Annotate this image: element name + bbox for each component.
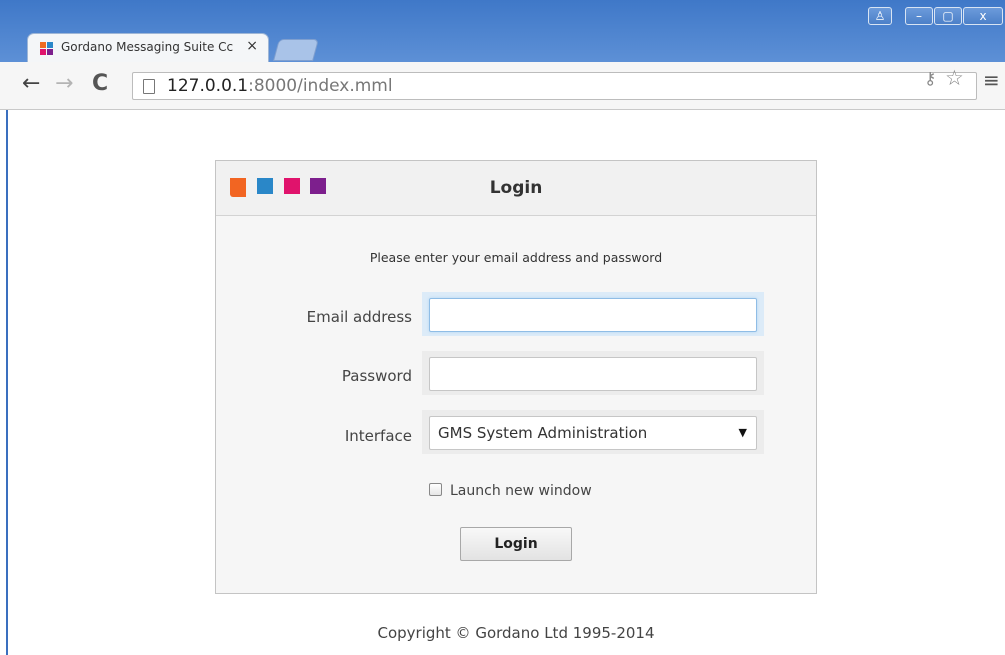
email-field[interactable] [429, 298, 757, 332]
bookmark-star-icon[interactable]: ☆ [945, 66, 964, 90]
back-arrow-icon[interactable]: ← [22, 72, 40, 96]
minimize-button[interactable]: – [905, 7, 933, 25]
browser-tab[interactable]: Gordano Messaging Suite Cc × [27, 33, 269, 62]
copyright-text: Copyright © Gordano Ltd 1995-2014 [377, 624, 655, 642]
launch-new-window-option[interactable]: Launch new window [429, 483, 592, 499]
page-icon [143, 79, 155, 94]
tab-title: Gordano Messaging Suite Cc [61, 40, 234, 54]
forward-arrow-icon[interactable]: → [55, 72, 73, 96]
interface-select-wrapper: GMS System Administration ▼ [422, 410, 764, 454]
maximize-button[interactable]: ▢ [934, 7, 962, 25]
email-label: Email address [306, 308, 412, 326]
login-panel: Login Please enter your email address an… [215, 160, 817, 594]
page-edge-divider [6, 110, 8, 655]
interface-label: Interface [344, 427, 412, 445]
launch-new-window-checkbox[interactable] [429, 483, 442, 496]
launch-new-window-label: Launch new window [450, 483, 592, 499]
new-tab-button[interactable] [273, 39, 319, 61]
login-button[interactable]: Login [460, 527, 572, 561]
url-path: :8000/index.mml [248, 76, 393, 96]
login-panel-header: Login [216, 161, 816, 216]
user-profile-icon[interactable]: ♙ [868, 7, 892, 25]
email-field-wrapper [422, 292, 764, 336]
key-icon[interactable]: ⚷ [924, 69, 936, 89]
password-label: Password [341, 367, 412, 385]
login-title: Login [489, 178, 543, 198]
chrome-menu-icon[interactable]: ≡ [983, 68, 1000, 92]
url-text: 127.0.0.1:8000/index.mml [167, 76, 393, 96]
login-instructions: Please enter your email address and pass… [369, 250, 663, 265]
tab-close-icon[interactable]: × [246, 38, 258, 54]
url-host: 127.0.0.1 [167, 76, 249, 96]
browser-titlebar: Gordano Messaging Suite Cc × ♙ – ▢ x [0, 0, 1005, 62]
browser-toolbar: ← → C 127.0.0.1:8000/index.mml [0, 62, 1005, 110]
interface-select[interactable]: GMS System Administration ▼ [429, 416, 757, 450]
password-field-wrapper [422, 351, 764, 395]
close-window-button[interactable]: x [963, 7, 1003, 25]
address-bar[interactable]: 127.0.0.1:8000/index.mml [132, 72, 977, 100]
reload-icon[interactable]: C [92, 72, 108, 96]
interface-selected-value: GMS System Administration [438, 424, 648, 442]
password-field[interactable] [429, 357, 757, 391]
gordano-favicon-icon [40, 42, 53, 55]
dropdown-arrow-icon: ▼ [738, 426, 747, 439]
